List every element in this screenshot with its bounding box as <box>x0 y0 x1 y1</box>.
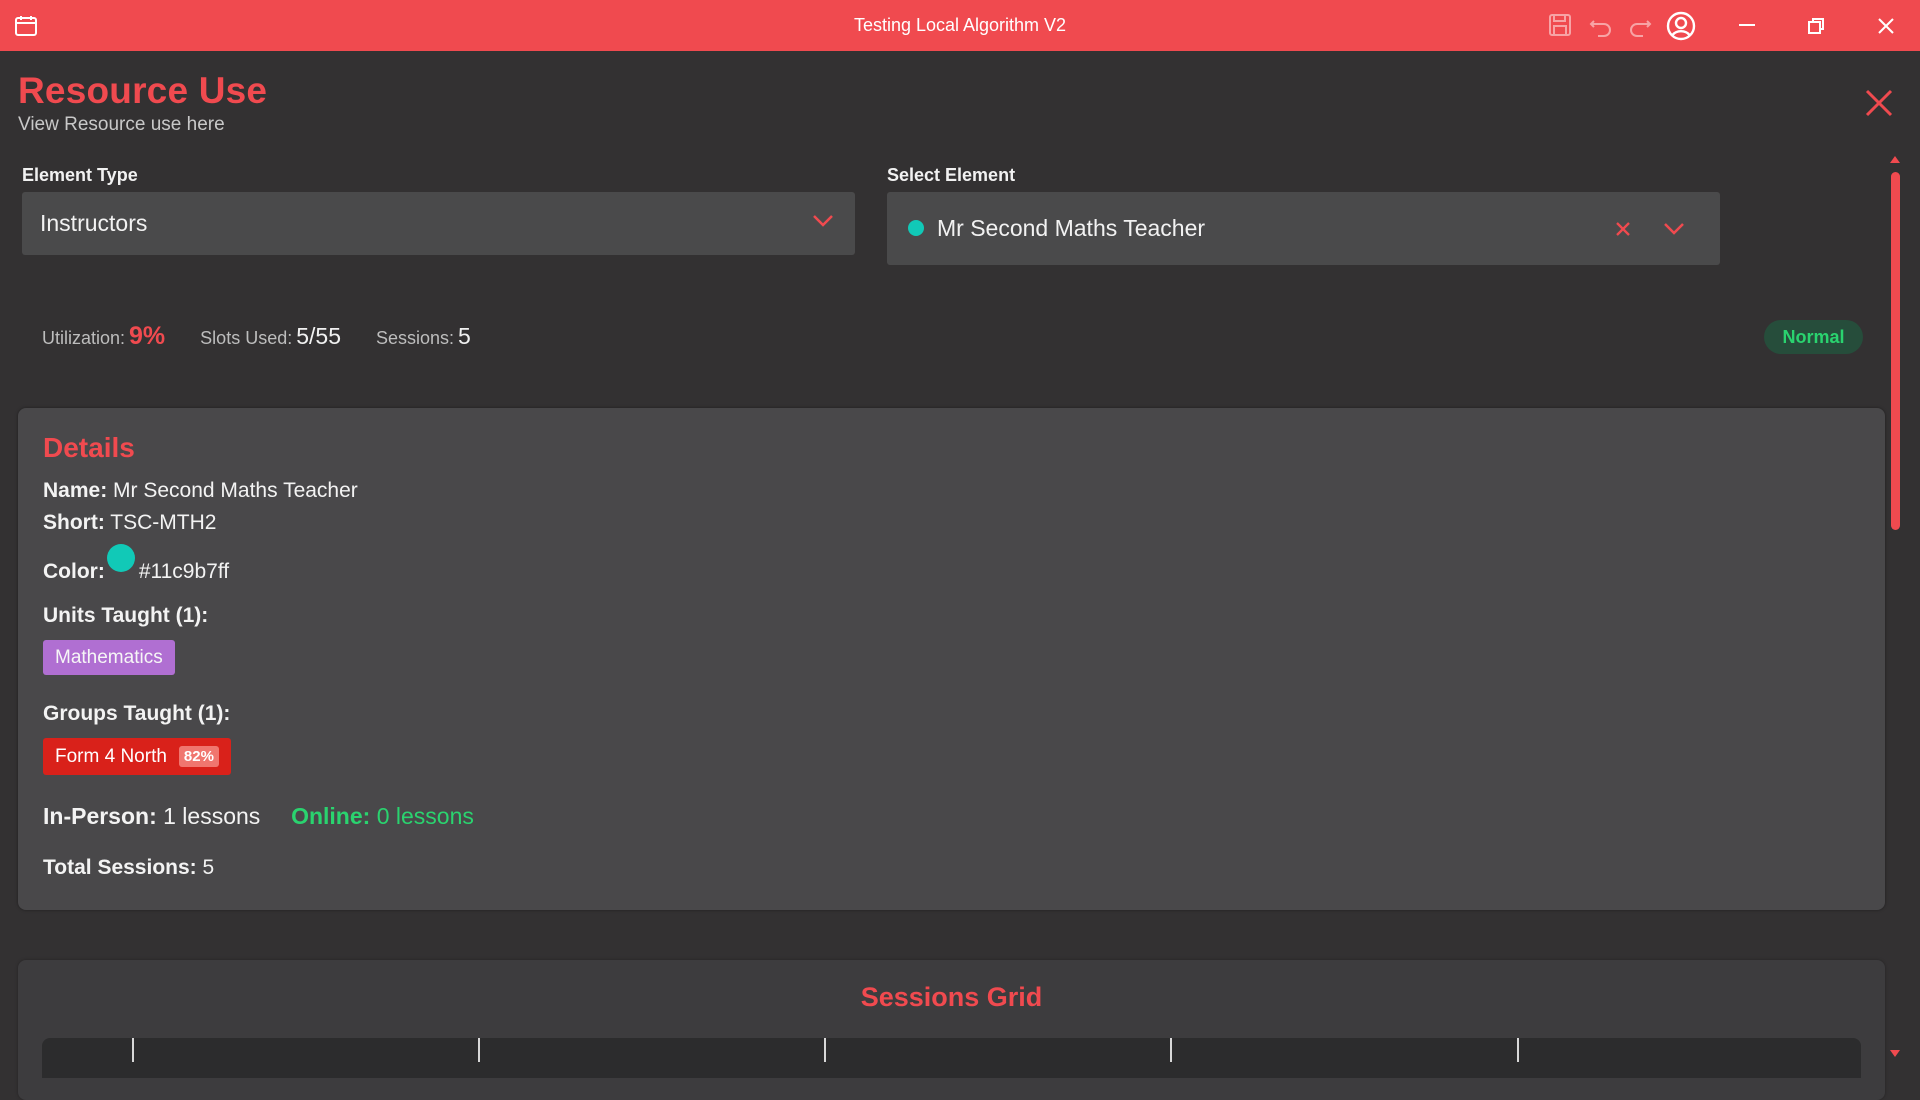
color-value: #11c9b7ff <box>138 560 230 583</box>
total-sessions-label: Total Sessions: <box>43 856 197 879</box>
slots-used-label: Slots Used: <box>200 328 293 348</box>
unit-tag[interactable]: Mathematics <box>43 640 175 675</box>
group-percentage: 82% <box>178 746 219 767</box>
chevron-down-icon[interactable] <box>812 214 834 233</box>
element-type-select[interactable]: Instructors <box>22 192 855 255</box>
online-value: 0 lessons <box>376 803 474 829</box>
redo-icon[interactable] <box>1627 12 1653 43</box>
name-label: Name: <box>43 479 108 502</box>
slots-used-value: 5/55 <box>296 323 341 349</box>
sessions-grid-card: Sessions Grid <box>18 960 1885 1100</box>
status-badge: Normal <box>1764 320 1863 354</box>
grid-column-divider <box>824 1038 826 1062</box>
close-icon[interactable] <box>1876 16 1896 41</box>
scrollbar-thumb[interactable] <box>1891 172 1900 530</box>
sessions-grid-heading: Sessions Grid <box>860 982 1043 1012</box>
minimize-icon[interactable] <box>1737 18 1757 37</box>
detail-color: Color: #11c9b7ff <box>43 544 230 584</box>
inperson-label: In-Person: <box>43 803 157 829</box>
title-bar: Testing Local Algorithm V2 <box>0 0 1920 51</box>
undo-icon[interactable] <box>1588 12 1614 43</box>
page-subtitle: View Resource use here <box>18 114 225 135</box>
grid-column-divider <box>1517 1038 1519 1062</box>
page-title: Resource Use <box>18 70 268 111</box>
online-label: Online: <box>291 803 371 829</box>
group-name: Form 4 North <box>55 745 167 767</box>
total-sessions: Total Sessions: 5 <box>43 856 214 880</box>
calendar-icon[interactable] <box>14 15 38 42</box>
close-panel-icon[interactable] <box>1864 88 1894 123</box>
color-label: Color: <box>43 560 105 583</box>
short-label: Short: <box>43 511 105 534</box>
color-swatch <box>106 544 135 572</box>
detail-short: Short: TSC-MTH2 <box>43 511 216 535</box>
sessions-stat: Sessions: 5 <box>376 323 471 350</box>
groups-taught-label: Groups Taught (1): <box>43 702 230 726</box>
short-value: TSC-MTH2 <box>110 511 217 534</box>
group-tag[interactable]: Form 4 North 82% <box>43 738 231 775</box>
element-type-value: Instructors <box>40 210 148 236</box>
lesson-counts: In-Person: 1 lessons Online: 0 lessons <box>43 803 474 830</box>
scroll-down-arrow-icon[interactable] <box>1890 1050 1900 1057</box>
slots-used-stat: Slots Used: 5/55 <box>200 323 341 350</box>
details-card: Details Name: Mr Second Maths Teacher Sh… <box>18 408 1885 910</box>
clear-selection-icon[interactable] <box>1615 221 1631 242</box>
element-color-dot <box>908 220 924 236</box>
select-element-value: Mr Second Maths Teacher <box>937 215 1206 241</box>
name-value: Mr Second Maths Teacher <box>113 479 358 502</box>
scroll-up-arrow-icon[interactable] <box>1890 156 1900 163</box>
inperson-value: 1 lessons <box>163 803 261 829</box>
utilization-stat: Utilization: 9% <box>42 322 165 351</box>
sessions-grid-header <box>42 1038 1861 1078</box>
groups-taught-heading: Groups Taught (1): <box>43 702 231 725</box>
total-sessions-value: 5 <box>202 856 215 879</box>
select-element-label: Select Element <box>887 165 1016 185</box>
grid-column-divider <box>478 1038 480 1062</box>
sessions-label: Sessions: <box>375 328 455 348</box>
utilization-value: 9% <box>129 322 166 350</box>
utilization-label: Utilization: <box>42 328 126 348</box>
detail-name: Name: Mr Second Maths Teacher <box>43 479 358 503</box>
restore-icon[interactable] <box>1806 16 1826 41</box>
grid-column-divider <box>1170 1038 1172 1062</box>
grid-column-divider <box>132 1038 134 1062</box>
select-element-select[interactable]: Mr Second Maths Teacher <box>887 192 1720 265</box>
stats-row: Utilization: 9% Slots Used: 5/55 Sessions:… <box>42 322 471 351</box>
account-icon[interactable] <box>1666 11 1696 46</box>
element-type-label: Element Type <box>22 165 138 185</box>
save-icon[interactable] <box>1547 12 1573 43</box>
details-heading: Details <box>43 432 135 463</box>
chevron-down-icon[interactable] <box>1663 222 1685 241</box>
sessions-value: 5 <box>458 323 471 349</box>
units-taught-heading: Units Taught (1): <box>43 604 209 627</box>
units-taught-label: Units Taught (1): <box>43 604 208 628</box>
